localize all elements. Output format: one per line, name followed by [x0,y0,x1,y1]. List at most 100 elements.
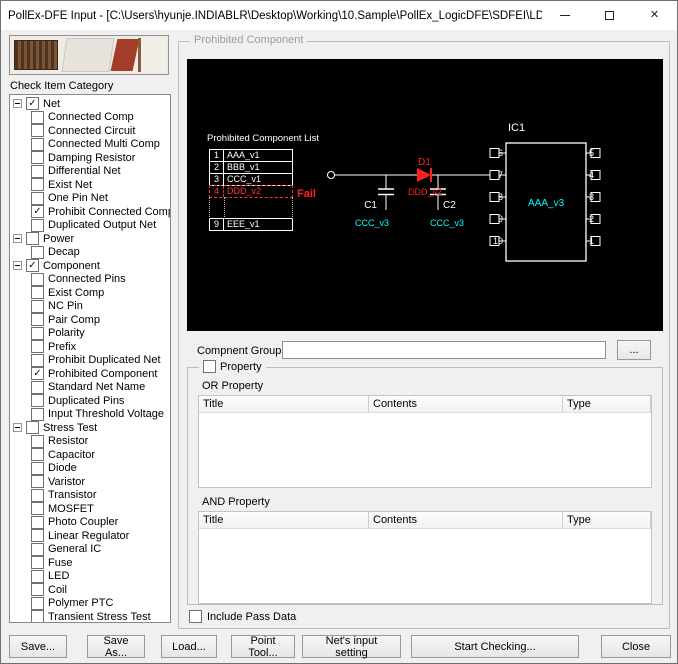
tree-item-checkbox[interactable] [31,164,44,178]
browse-button[interactable]: ... [617,340,651,360]
tree-item[interactable]: Connected Circuit [10,124,170,138]
tree-item-checkbox[interactable]: ✓ [31,205,44,219]
save-as-button[interactable]: Save As... [87,635,145,659]
tree-item-checkbox[interactable] [31,610,44,622]
tree-item[interactable]: ✓ Component [10,259,170,273]
tree-item[interactable]: Connected Pins [10,272,170,287]
tree-item[interactable]: Duplicated Output Net [10,218,170,233]
component-group-input[interactable] [282,341,606,359]
tree-item[interactable]: Prohibit Duplicated Net [10,353,170,368]
tree-item[interactable]: Connected Comp [10,110,170,125]
tree-item-checkbox[interactable] [31,596,44,610]
collapse-icon[interactable] [13,99,22,109]
tree-item-checkbox[interactable] [31,583,44,597]
tree-item-checkbox[interactable] [31,556,44,570]
tree-item[interactable]: Power [10,232,170,246]
tree-item[interactable]: Capacitor [10,448,170,462]
tree-item-checkbox[interactable] [31,191,44,205]
tree-item-checkbox[interactable] [31,448,44,462]
tree-item-checkbox[interactable] [31,407,44,421]
tree-item-checkbox[interactable] [31,245,44,259]
tree-item-checkbox[interactable] [31,542,44,556]
check-item-tree[interactable]: ✓ Net Connected Comp Connected Circuit Conne… [9,94,171,623]
tree-item[interactable]: Duplicated Pins [10,394,170,408]
tree-item[interactable]: LED [10,569,170,584]
tree-item-checkbox[interactable] [31,313,44,327]
column-header-contents[interactable]: Contents [369,512,563,529]
property-checkbox[interactable] [203,360,216,373]
tree-item-checkbox[interactable] [31,286,44,300]
tree-item-checkbox[interactable] [31,272,44,286]
tree-item-checkbox[interactable] [31,178,44,192]
tree-item[interactable]: NC Pin [10,299,170,314]
tree-item-checkbox[interactable] [31,151,44,165]
column-header-title[interactable]: Title [199,396,369,413]
close-dialog-button[interactable]: Close [601,635,671,658]
tree-item-checkbox[interactable] [31,110,44,124]
tree-item-checkbox[interactable] [31,218,44,232]
tree-item[interactable]: MOSFET [10,502,170,516]
tree-item-checkbox[interactable] [31,353,44,367]
tree-item-checkbox[interactable] [31,124,44,138]
tree-item[interactable]: Decap [10,245,170,260]
tree-item-checkbox[interactable] [31,515,44,529]
tree-item-checkbox[interactable] [31,299,44,313]
tree-item[interactable]: Linear Regulator [10,529,170,543]
tree-item-checkbox[interactable] [31,488,44,502]
point-tool-button[interactable]: Point Tool... [231,635,295,659]
tree-item-checkbox[interactable] [31,502,44,516]
tree-item[interactable]: ✓ Prohibited Component [10,367,170,381]
tree-item-checkbox[interactable]: ✓ [31,367,44,381]
tree-item-checkbox[interactable] [26,232,39,246]
column-header-type[interactable]: Type [563,512,651,529]
tree-item-checkbox[interactable] [31,394,44,408]
tree-item[interactable]: Polarity [10,326,170,341]
tree-item[interactable]: ✓ Net [10,97,170,111]
tree-item-checkbox[interactable] [31,137,44,151]
tree-item[interactable]: ✓ Prohibit Connected Comp [10,205,170,219]
tree-item[interactable]: Standard Net Name [10,380,170,395]
tree-item-checkbox[interactable] [31,475,44,489]
tree-item[interactable]: Stress Test [10,421,170,435]
tree-item-checkbox[interactable]: ✓ [26,259,39,273]
tree-item[interactable]: One Pin Net [10,191,170,206]
tree-item[interactable]: Input Threshold Voltage [10,407,170,422]
tree-item[interactable]: Connected Multi Comp [10,137,170,152]
tree-item[interactable]: Polymer PTC [10,596,170,611]
tree-item-checkbox[interactable]: ✓ [26,97,39,111]
tree-item-checkbox[interactable] [26,421,39,435]
tree-item[interactable]: Prefix [10,340,170,354]
tree-item[interactable]: Transistor [10,488,170,503]
tree-item[interactable]: Damping Resistor [10,151,170,165]
tree-item[interactable]: Coil [10,583,170,597]
tree-item[interactable]: Transient Stress Test [10,610,170,622]
and-property-body[interactable] [199,529,651,603]
tree-item[interactable]: Fuse [10,556,170,570]
load-button[interactable]: Load... [161,635,217,658]
tree-item[interactable]: Diode [10,461,170,476]
or-property-body[interactable] [199,413,651,487]
tree-item[interactable]: Varistor [10,475,170,489]
column-header-type[interactable]: Type [563,396,651,413]
tree-item-checkbox[interactable] [31,461,44,475]
column-header-title[interactable]: Title [199,512,369,529]
maximize-button[interactable] [587,1,632,30]
collapse-icon[interactable] [13,234,22,244]
tree-item-checkbox[interactable] [31,380,44,394]
tree-item-checkbox[interactable] [31,569,44,583]
minimize-button[interactable] [542,1,587,30]
tree-item[interactable]: General IC [10,542,170,557]
nets-input-setting-button[interactable]: Net's input setting [302,635,401,659]
collapse-icon[interactable] [13,423,22,433]
tree-item[interactable]: Photo Coupler [10,515,170,530]
tree-item[interactable]: Differential Net [10,164,170,179]
column-header-contents[interactable]: Contents [369,396,563,413]
tree-item-checkbox[interactable] [31,529,44,543]
tree-item[interactable]: Exist Net [10,178,170,192]
tree-item-checkbox[interactable] [31,340,44,354]
close-button[interactable]: ✕ [632,1,677,30]
save-button[interactable]: Save... [9,635,67,658]
tree-item[interactable]: Exist Comp [10,286,170,300]
include-pass-data-checkbox[interactable] [189,610,202,623]
tree-item-checkbox[interactable] [31,434,44,448]
